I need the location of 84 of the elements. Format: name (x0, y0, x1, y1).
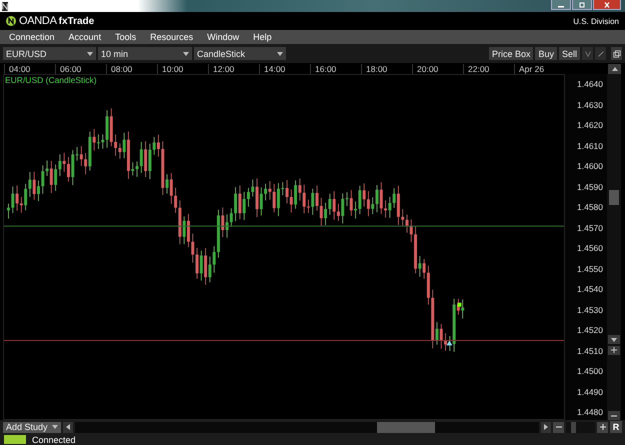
price-axis-label: 1.4550 (577, 262, 603, 276)
minus-icon (611, 412, 617, 419)
restore-icon (577, 2, 587, 8)
time-axis-label: 22:00 (463, 64, 514, 74)
price-axis-label: 1.4640 (577, 78, 603, 91)
menu-item[interactable]: Window (207, 32, 240, 42)
add-study-dropdown[interactable]: Add Study (3, 422, 61, 432)
logo-icon (6, 16, 16, 26)
price-axis-label: 1.4600 (577, 160, 603, 173)
close-button[interactable] (593, 0, 621, 10)
scroll-up-button[interactable] (608, 64, 621, 74)
time-axis-label: Apr 26 (514, 64, 565, 74)
connection-status: Connected (32, 434, 76, 444)
price-marker-icon (457, 302, 462, 307)
triangle-marker-icon (446, 340, 452, 346)
right-arrow-icon (544, 424, 548, 430)
zoom-in-button[interactable] (608, 346, 620, 355)
menu-item[interactable]: Tools (115, 32, 136, 42)
toolbar-button[interactable]: Buy (535, 47, 557, 60)
scroll-down-button[interactable] (608, 335, 620, 344)
up-arrow-icon (612, 66, 618, 70)
time-axis-label: 14:00 (259, 64, 310, 74)
menu-item[interactable]: Account (68, 32, 102, 42)
scroll-left-button[interactable] (63, 422, 73, 432)
price-axis-label: 1.4630 (577, 98, 603, 112)
zoom-out-button[interactable] (553, 422, 564, 432)
caret-icon (87, 52, 93, 56)
line-icon (596, 50, 604, 58)
app-icon (2, 2, 8, 10)
dropdown[interactable]: EUR/USD (3, 47, 96, 60)
time-axis-label: 16:00 (310, 64, 361, 74)
time-axis-label: 08:00 (106, 64, 157, 74)
price-axis-label: 1.4490 (577, 386, 603, 398)
price-axis-label: 1.4500 (577, 365, 603, 378)
down-arrow-icon (611, 338, 617, 342)
plus-icon (611, 347, 617, 354)
close-icon (602, 2, 612, 8)
price-axis-label: 1.4570 (577, 222, 603, 234)
price-axis-label: 1.4520 (577, 324, 603, 337)
slider-thumb[interactable] (570, 422, 576, 432)
time-axis-label: 18:00 (361, 64, 412, 74)
toolbar-button[interactable]: Price Box (488, 47, 534, 60)
scroll-right-button[interactable] (541, 422, 551, 432)
price-axis-label: 1.4530 (577, 304, 603, 316)
zoom-slider[interactable] (566, 422, 595, 432)
scrollbar-thumb[interactable] (609, 190, 619, 206)
zoom-out-button[interactable] (608, 411, 620, 420)
division-label: U.S. Division (573, 16, 619, 26)
menu-item[interactable]: Help (253, 32, 272, 42)
minus-icon (556, 424, 562, 430)
horizontal-scrollbar[interactable] (75, 422, 539, 432)
zoom-in-button[interactable] (597, 422, 608, 432)
detach-button[interactable] (611, 47, 622, 60)
price-axis-label: 1.4610 (577, 140, 603, 152)
time-axis-label: 20:00 (412, 64, 463, 74)
time-axis-label: 10:00 (157, 64, 208, 74)
restore-button[interactable] (572, 0, 592, 10)
dropdown[interactable]: CandleStick (194, 47, 286, 60)
dropdown[interactable]: 10 min (98, 47, 192, 60)
caret-icon (52, 425, 58, 429)
time-axis-label: 04:00 (4, 64, 55, 74)
caret-icon (277, 52, 283, 56)
time-axis-label: 12:00 (208, 64, 259, 74)
brand-name: OANDA (19, 15, 57, 27)
menu-item[interactable]: Resources (150, 32, 194, 42)
caret-icon (183, 52, 189, 56)
price-axis-label: 1.4580 (577, 201, 603, 214)
price-axis-label: 1.4560 (577, 242, 603, 255)
time-axis-label: 06:00 (55, 64, 106, 74)
plus-icon (600, 424, 606, 430)
minimize-button[interactable] (551, 0, 571, 10)
price-axis-label: 1.4510 (577, 344, 603, 358)
toolbar-button[interactable]: Sell (558, 47, 580, 60)
product-name: fxTrade (58, 16, 94, 26)
price-axis-label: 1.4480 (577, 406, 603, 419)
menu-item[interactable]: Connection (9, 32, 55, 42)
price-axis-label: 1.4590 (577, 180, 603, 194)
price-axis-label: 1.4540 (577, 283, 603, 296)
reset-button[interactable]: R (610, 421, 622, 433)
price-axis-label: 1.4620 (577, 119, 603, 132)
draw-tool-button[interactable] (582, 47, 593, 60)
windows-icon (612, 50, 620, 58)
chart-legend: EUR/USD (CandleStick) (5, 75, 97, 85)
left-arrow-icon (66, 424, 70, 430)
